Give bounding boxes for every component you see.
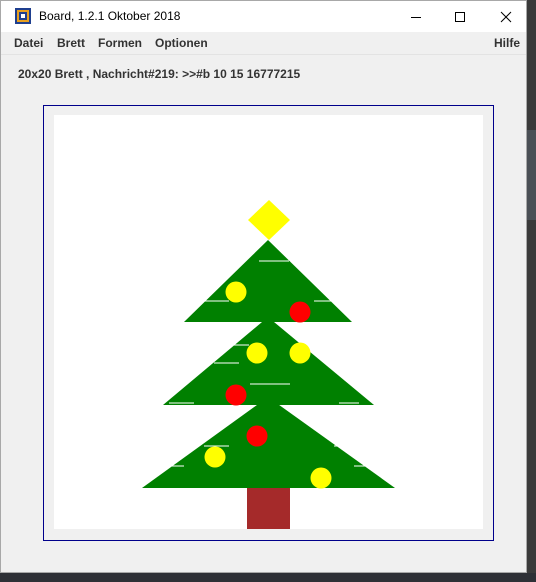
menu-formen[interactable]: Formen xyxy=(98,36,142,50)
status-message: 20x20 Brett , Nachricht#219: >>#b 10 15 … xyxy=(18,67,301,81)
ornament-red xyxy=(246,425,268,447)
ornament-red xyxy=(289,301,311,323)
ornament-yellow xyxy=(310,467,332,489)
minimize-icon xyxy=(411,16,421,18)
title-bar[interactable]: Board, 1.2.1 Oktober 2018 xyxy=(1,1,526,32)
menu-datei[interactable]: Datei xyxy=(14,36,43,50)
menu-optionen[interactable]: Optionen xyxy=(155,36,208,50)
maximize-button[interactable] xyxy=(437,1,483,32)
ornament-yellow xyxy=(289,342,311,364)
christmas-tree-drawing xyxy=(142,200,395,529)
board-canvas[interactable] xyxy=(54,115,483,529)
ornament-yellow xyxy=(246,342,268,364)
ornament-red xyxy=(225,384,247,406)
close-button[interactable] xyxy=(483,1,529,32)
ornament-yellow xyxy=(225,281,247,303)
board-window: Board, 1.2.1 Oktober 2018 Datei Brett Fo… xyxy=(0,0,527,573)
tree-tier-top xyxy=(184,240,352,322)
maximize-icon xyxy=(455,11,465,22)
ornament-yellow xyxy=(204,446,226,468)
tree-tier-bottom xyxy=(142,397,395,488)
tree-tier-middle xyxy=(163,317,374,405)
board-frame xyxy=(43,105,494,541)
minimize-button[interactable] xyxy=(393,1,439,32)
desktop-background xyxy=(527,130,536,220)
taskbar-edge xyxy=(0,573,536,582)
menu-bar: Datei Brett Formen Optionen Hilfe xyxy=(1,32,526,55)
window-title: Board, 1.2.1 Oktober 2018 xyxy=(39,9,181,23)
menu-brett[interactable]: Brett xyxy=(57,36,85,50)
tree-trunk xyxy=(247,488,290,529)
tree-star xyxy=(248,200,290,240)
menu-hilfe[interactable]: Hilfe xyxy=(494,36,520,50)
close-icon xyxy=(500,11,512,22)
java-cup-icon xyxy=(15,8,31,24)
